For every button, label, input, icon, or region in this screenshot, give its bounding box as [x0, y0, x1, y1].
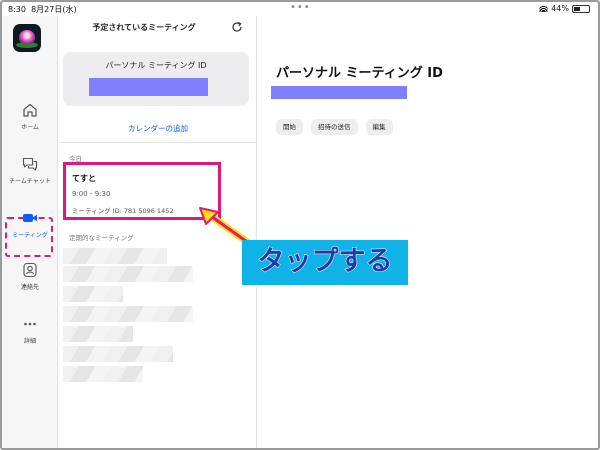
lotus-app-icon[interactable] — [13, 24, 41, 52]
detail-actions: 開始 招待の送信 編集 — [276, 119, 393, 135]
nav-item-home[interactable]: ホーム — [2, 102, 58, 131]
pmi-card-label: パーソナル ミーティング ID — [105, 61, 207, 70]
tap-callout: タップする — [242, 240, 408, 285]
wifi-icon — [539, 5, 549, 12]
add-calendar-link[interactable]: カレンダーの追加 — [59, 123, 257, 134]
list-title: 予定されているミーティング — [92, 23, 196, 32]
blurred-row — [63, 326, 133, 342]
divider — [59, 142, 257, 143]
detail-title: パーソナル ミーティング ID — [276, 66, 443, 81]
ipad-screen: 8:30 8月27日(水) ••• 44% ホーム チームチャット ミーティング — [0, 0, 600, 450]
nav-rail: ホーム チームチャット ミーティング 連絡先 詳細 — [2, 16, 58, 448]
contact-icon — [23, 262, 37, 278]
nav-item-more[interactable]: 詳細 — [2, 316, 58, 345]
blurred-row — [63, 346, 173, 362]
personal-meeting-id-card[interactable]: パーソナル ミーティング ID — [63, 52, 249, 106]
nav-item-team-chat[interactable]: チームチャット — [2, 156, 58, 185]
send-invite-button[interactable]: 招待の送信 — [311, 119, 358, 135]
battery-icon — [572, 4, 590, 13]
battery-percent: 44% — [551, 4, 569, 13]
meeting-title: てすと — [72, 174, 96, 183]
meeting-detail-pane: パーソナル ミーティング ID 開始 招待の送信 編集 — [258, 16, 598, 448]
blurred-row — [63, 366, 143, 382]
meeting-time: 9:00 - 9:30 — [72, 190, 111, 198]
blurred-row — [63, 266, 193, 282]
nav-label-home: ホーム — [21, 124, 39, 131]
meeting-id: ミーティング ID: 781 5096 1452 — [72, 207, 174, 215]
recurring-section-label: 定期的なミーティング — [69, 234, 134, 242]
nav-label-meetings: ミーティング — [12, 232, 48, 239]
lotus-flower — [19, 30, 35, 44]
refresh-icon[interactable] — [231, 21, 243, 33]
blurred-row — [63, 306, 193, 322]
status-bar: 8:30 8月27日(水) ••• 44% — [2, 2, 598, 16]
nav-label-team-chat: チームチャット — [9, 178, 51, 185]
blurred-row — [63, 248, 167, 264]
callout-text: タップする — [257, 246, 393, 278]
status-time: 8:30 — [8, 5, 26, 14]
multitask-dots-icon[interactable]: ••• — [290, 2, 311, 13]
battery-level — [574, 6, 580, 11]
video-camera-icon — [23, 214, 37, 222]
edit-button[interactable]: 編集 — [365, 119, 393, 135]
home-icon — [23, 103, 37, 117]
nav-label-contacts: 連絡先 — [20, 284, 39, 291]
status-time-date: 8:30 8月27日(水) — [8, 4, 77, 15]
status-indicators: 44% — [539, 4, 590, 13]
pmi-redaction — [89, 78, 208, 96]
nav-item-contacts[interactable]: 連絡先 — [2, 262, 58, 291]
chat-icon — [22, 157, 38, 171]
more-icon — [24, 322, 36, 326]
nav-label-more: 詳細 — [23, 338, 36, 345]
status-date: 8月27日(水) — [31, 5, 77, 14]
blurred-row — [63, 286, 123, 302]
nav-item-meetings[interactable]: ミーティング — [2, 210, 58, 239]
detail-id-redaction — [271, 86, 407, 99]
start-button[interactable]: 開始 — [276, 119, 303, 135]
